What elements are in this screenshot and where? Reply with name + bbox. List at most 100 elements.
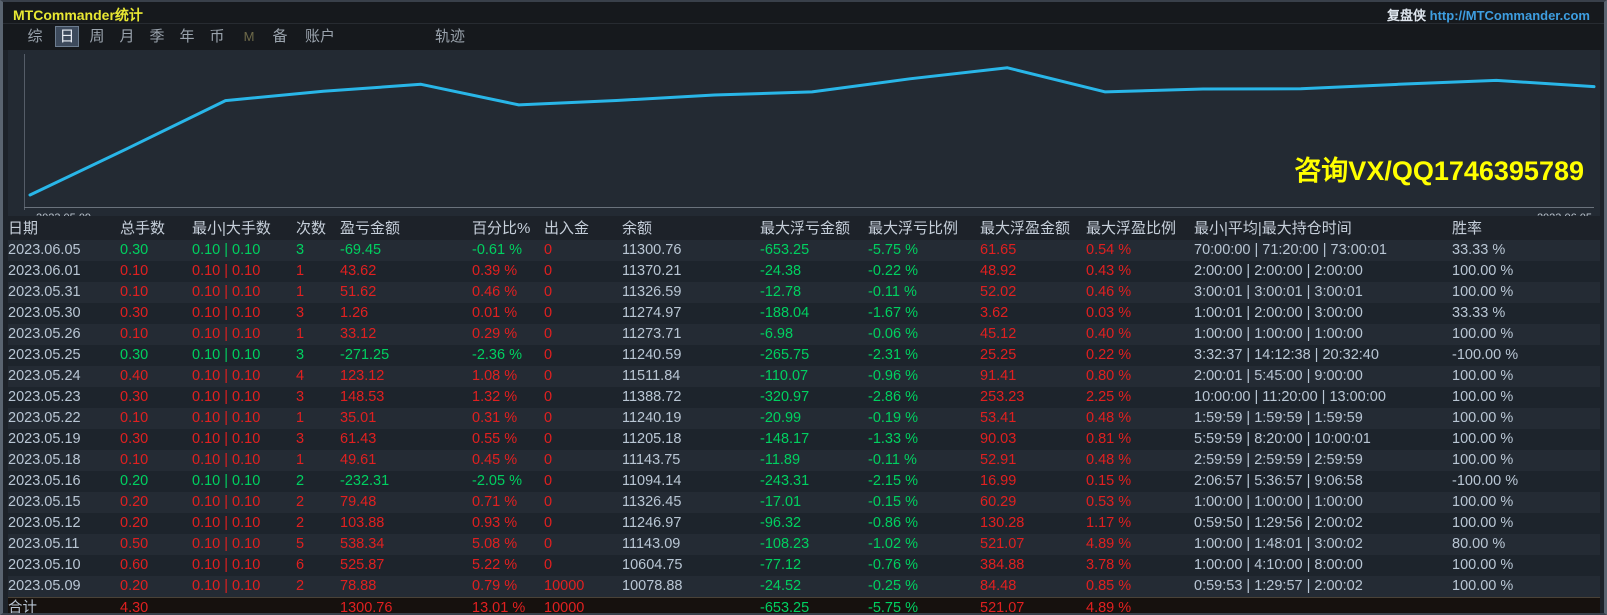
cell-pnl: 51.62 <box>340 282 472 303</box>
cell-minmax: 0.10 | 0.10 <box>192 492 296 513</box>
menu-item-label: 综 <box>27 28 43 45</box>
table-row[interactable]: 2023.05.16 0.20 0.10 | 0.10 2 -232.31 -2.05 %… <box>8 471 1600 492</box>
column-header-9[interactable]: 最大浮亏比例 <box>868 216 980 240</box>
table-row[interactable]: 2023.05.22 0.10 0.10 | 0.10 1 35.01 0.31 % 0 11… <box>8 408 1600 429</box>
cell-date: 2023.05.12 <box>8 513 120 534</box>
cell-dep: 0 <box>544 513 622 534</box>
table-row[interactable]: 2023.06.05 0.30 0.10 | 0.10 3 -69.45 -0.61 % 0… <box>8 240 1600 261</box>
table-row[interactable]: 2023.05.23 0.30 0.10 | 0.10 3 148.53 1.32 % 0 1… <box>8 387 1600 408</box>
menu-item-4[interactable]: 季 <box>145 26 169 47</box>
menu-item-0[interactable]: 综 <box>23 26 47 47</box>
menu-item-6[interactable]: 币 <box>205 26 229 47</box>
menu-item-2[interactable]: 周 <box>85 26 109 47</box>
cell-pct: 0.29 % <box>472 324 544 345</box>
table-row[interactable]: 2023.05.19 0.30 0.10 | 0.10 3 61.43 0.55 % 0 11… <box>8 429 1600 450</box>
total-cell-bal <box>622 597 760 613</box>
cell-mddp: -0.11 % <box>868 450 980 471</box>
column-header-4[interactable]: 盈亏金额 <box>340 216 472 240</box>
cell-date: 2023.05.26 <box>8 324 120 345</box>
brand-url: http://MTCommander.com <box>1429 8 1590 23</box>
menu-item-label: 备 <box>272 28 288 45</box>
column-header-0[interactable]: 日期 <box>8 216 120 240</box>
statistics-table-wrap: 日期 总手数 最小|大手数 次数 盈亏金额 百分比% 出入金 余额 最大浮亏金额 最大浮亏比例 最大… <box>8 216 1600 613</box>
cell-mupp: 0.40 % <box>1086 324 1194 345</box>
table-row[interactable]: 2023.05.15 0.20 0.10 | 0.10 2 79.48 0.71 % 0 11… <box>8 492 1600 513</box>
total-cell-hold <box>1194 597 1452 613</box>
column-header-1[interactable]: 总手数 <box>120 216 192 240</box>
table-row[interactable]: 2023.05.11 0.50 0.10 | 0.10 5 538.34 5.08 % 0 1… <box>8 534 1600 555</box>
table-row[interactable]: 2023.05.30 0.30 0.10 | 0.10 3 1.26 0.01 % 0 112… <box>8 303 1600 324</box>
menu-item-3[interactable]: 月 <box>115 26 139 47</box>
cell-lots: 0.20 <box>120 513 192 534</box>
total-cell-pnl: 1300.76 <box>340 597 472 613</box>
menu-item-7[interactable]: M <box>238 26 260 47</box>
cell-mddp: -1.02 % <box>868 534 980 555</box>
total-cell-mupp: 4.89 % <box>1086 597 1194 613</box>
cell-bal: 11143.09 <box>622 534 760 555</box>
cell-win: 100.00 % <box>1452 429 1600 450</box>
cell-dep: 0 <box>544 324 622 345</box>
cell-lots: 0.30 <box>120 387 192 408</box>
cell-bal: 11370.21 <box>622 261 760 282</box>
column-header-11[interactable]: 最大浮盈比例 <box>1086 216 1194 240</box>
cell-pct: -2.05 % <box>472 471 544 492</box>
cell-win: 100.00 % <box>1452 450 1600 471</box>
cell-win: 100.00 % <box>1452 387 1600 408</box>
total-cell-minmax <box>192 597 296 613</box>
table-row[interactable]: 2023.05.26 0.10 0.10 | 0.10 1 33.12 0.29 % 0 11… <box>8 324 1600 345</box>
column-header-3[interactable]: 次数 <box>296 216 340 240</box>
cell-mddp: -2.31 % <box>868 345 980 366</box>
table-row[interactable]: 2023.05.31 0.10 0.10 | 0.10 1 51.62 0.46 % 0 11… <box>8 282 1600 303</box>
table-row[interactable]: 2023.05.25 0.30 0.10 | 0.10 3 -271.25 -2.36 %… <box>8 345 1600 366</box>
cell-mddp: -1.67 % <box>868 303 980 324</box>
cell-pct: 1.32 % <box>472 387 544 408</box>
cell-hold: 2:00:00 | 2:00:00 | 2:00:00 <box>1194 261 1452 282</box>
contact-watermark: 咨询VX/QQ1746395789 <box>1294 156 1584 186</box>
table-row[interactable]: 2023.05.18 0.10 0.10 | 0.10 1 49.61 0.45 % 0 11… <box>8 450 1600 471</box>
table-row[interactable]: 2023.05.09 0.20 0.10 | 0.10 2 78.88 0.79 % 100… <box>8 576 1600 598</box>
cell-hold: 70:00:00 | 71:20:00 | 73:00:01 <box>1194 240 1452 261</box>
table-row[interactable]: 2023.05.12 0.20 0.10 | 0.10 2 103.88 0.93 % 0 1… <box>8 513 1600 534</box>
cell-win: 100.00 % <box>1452 555 1600 576</box>
cell-minmax: 0.10 | 0.10 <box>192 534 296 555</box>
cell-pnl: 538.34 <box>340 534 472 555</box>
column-header-13[interactable]: 胜率 <box>1452 216 1600 240</box>
column-header-12[interactable]: 最小|平均|最大持仓时间 <box>1194 216 1452 240</box>
cell-win: 100.00 % <box>1452 492 1600 513</box>
column-header-5[interactable]: 百分比% <box>472 216 544 240</box>
column-header-2[interactable]: 最小|大手数 <box>192 216 296 240</box>
menu-item-1[interactable]: 日 <box>55 26 79 47</box>
column-header-8[interactable]: 最大浮亏金额 <box>760 216 868 240</box>
column-header-7[interactable]: 余额 <box>622 216 760 240</box>
table-row[interactable]: 2023.06.01 0.10 0.10 | 0.10 1 43.62 0.39 % 0 11… <box>8 261 1600 282</box>
cell-pct: 0.01 % <box>472 303 544 324</box>
column-header-10[interactable]: 最大浮盈金额 <box>980 216 1086 240</box>
cell-mdd: -243.31 <box>760 471 868 492</box>
menu-item-8[interactable]: 备 <box>268 26 292 47</box>
cell-win: 100.00 % <box>1452 282 1600 303</box>
cell-hold: 2:06:57 | 5:36:57 | 9:06:58 <box>1194 471 1452 492</box>
table-row[interactable]: 2023.05.10 0.60 0.10 | 0.10 6 525.87 5.22 % 0 1… <box>8 555 1600 576</box>
total-cell-win <box>1452 597 1600 613</box>
menu-item-10[interactable]: 轨迹 <box>428 26 472 47</box>
cell-date: 2023.05.18 <box>8 450 120 471</box>
cell-dep: 0 <box>544 534 622 555</box>
cell-count: 1 <box>296 261 340 282</box>
total-cell-mddp: -5.75 % <box>868 597 980 613</box>
cell-mupp: 0.81 % <box>1086 429 1194 450</box>
menu-item-label: 轨迹 <box>434 28 465 45</box>
cell-win: 33.33 % <box>1452 240 1600 261</box>
menu-item-5[interactable]: 年 <box>175 26 199 47</box>
brand-link[interactable]: 复盘侠 http://MTCommander.com <box>1387 5 1590 24</box>
column-header-6[interactable]: 出入金 <box>544 216 622 240</box>
total-cell-mdd: -653.25 <box>760 597 868 613</box>
menu-item-9[interactable]: 账户 <box>298 26 342 47</box>
cell-dep: 0 <box>544 408 622 429</box>
cell-lots: 0.10 <box>120 408 192 429</box>
total-cell-count <box>296 597 340 613</box>
cell-lots: 0.30 <box>120 240 192 261</box>
table-row[interactable]: 2023.05.24 0.40 0.10 | 0.10 4 123.12 1.08 % 0 1… <box>8 366 1600 387</box>
cell-date: 2023.05.15 <box>8 492 120 513</box>
cell-dep: 0 <box>544 429 622 450</box>
cell-mup: 84.48 <box>980 576 1086 598</box>
